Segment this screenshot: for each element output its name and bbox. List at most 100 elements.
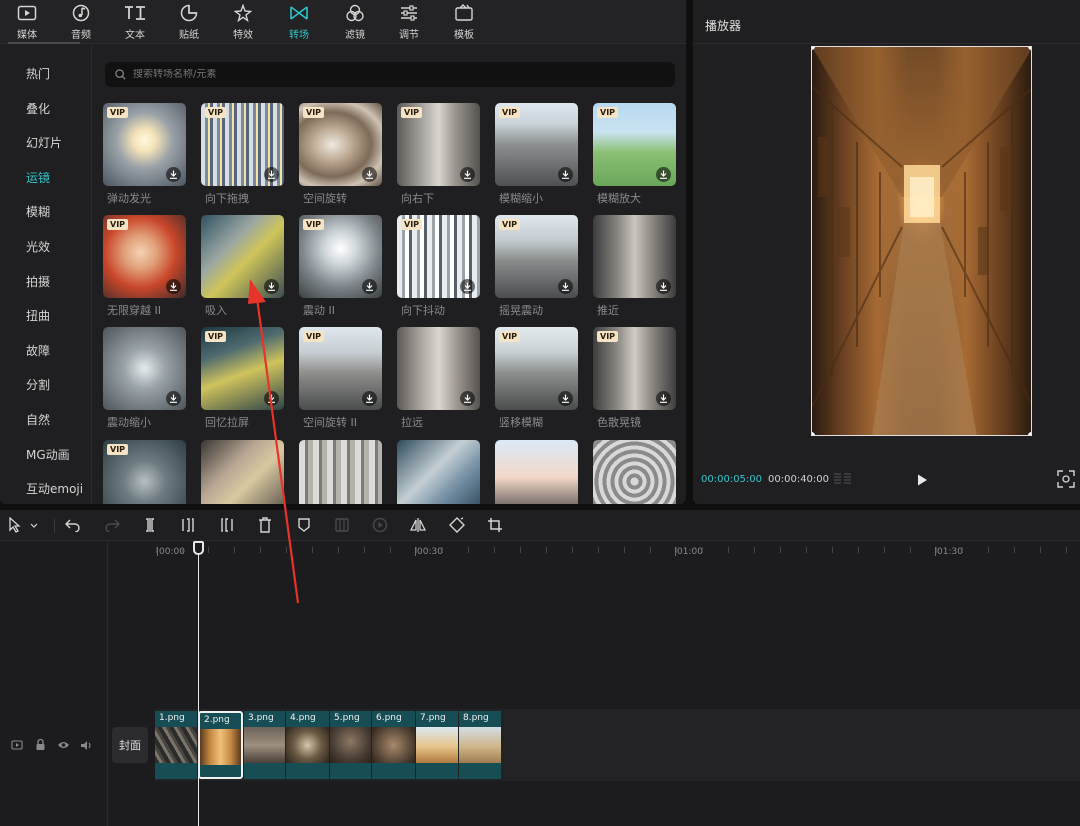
download-icon[interactable] bbox=[166, 391, 181, 406]
crop-button[interactable] bbox=[485, 516, 505, 534]
split-left-button[interactable] bbox=[178, 516, 198, 534]
tab-template[interactable]: 模板 bbox=[437, 0, 491, 44]
video-preview[interactable] bbox=[811, 46, 1032, 436]
tab-transition[interactable]: 转场 bbox=[272, 0, 326, 44]
transition-card[interactable]: VIP bbox=[495, 103, 578, 186]
tab-effects[interactable]: 特效 bbox=[216, 0, 270, 44]
undo-button[interactable] bbox=[63, 516, 83, 534]
timeline[interactable] bbox=[0, 541, 1080, 826]
download-icon[interactable] bbox=[460, 167, 475, 182]
category-item[interactable]: 扭曲 bbox=[26, 307, 50, 324]
transition-card[interactable]: VIP bbox=[299, 215, 382, 298]
category-item[interactable]: 运镜 bbox=[26, 169, 50, 186]
rotate-button[interactable] bbox=[447, 516, 467, 534]
play-button[interactable] bbox=[915, 472, 929, 486]
time-ruler[interactable]: |00:00 |00:30 |01:00 |01:30 bbox=[108, 541, 1080, 563]
transition-card[interactable] bbox=[397, 440, 480, 504]
timeline-clip[interactable]: 4.png bbox=[286, 711, 329, 779]
fullscreen-button[interactable] bbox=[1057, 470, 1075, 488]
select-tool[interactable] bbox=[6, 516, 40, 534]
download-icon[interactable] bbox=[362, 167, 377, 182]
transition-card[interactable]: VIP bbox=[397, 215, 480, 298]
category-item[interactable]: 故障 bbox=[26, 342, 50, 359]
transition-card[interactable] bbox=[201, 215, 284, 298]
cover-button[interactable]: 封面 bbox=[112, 727, 148, 763]
resize-handle[interactable] bbox=[1028, 47, 1031, 50]
category-item[interactable]: 热门 bbox=[26, 65, 50, 82]
tab-audio[interactable]: 音频 bbox=[54, 0, 108, 44]
download-icon[interactable] bbox=[264, 279, 279, 294]
transition-card[interactable]: VIP bbox=[103, 215, 186, 298]
download-icon[interactable] bbox=[460, 391, 475, 406]
download-icon[interactable] bbox=[656, 167, 671, 182]
playhead-line[interactable] bbox=[198, 541, 199, 826]
reverse-button[interactable] bbox=[370, 516, 390, 534]
transition-card[interactable]: VIP bbox=[299, 327, 382, 410]
transition-card[interactable] bbox=[593, 440, 676, 504]
transition-card[interactable]: VIP bbox=[201, 327, 284, 410]
transition-card[interactable] bbox=[299, 440, 382, 504]
redo-button[interactable] bbox=[102, 516, 122, 534]
download-icon[interactable] bbox=[362, 279, 377, 294]
transition-card[interactable]: VIP bbox=[593, 327, 676, 410]
transition-card[interactable] bbox=[593, 215, 676, 298]
transition-card[interactable]: VIP bbox=[103, 440, 186, 504]
category-item[interactable]: 叠化 bbox=[26, 100, 50, 117]
download-icon[interactable] bbox=[264, 167, 279, 182]
track-visibility-button[interactable] bbox=[10, 738, 24, 752]
transition-card[interactable] bbox=[103, 327, 186, 410]
category-item[interactable]: 光效 bbox=[26, 238, 50, 255]
transition-card[interactable]: VIP bbox=[495, 327, 578, 410]
transition-card[interactable]: VIP bbox=[495, 215, 578, 298]
timeline-clip[interactable]: 5.png bbox=[330, 711, 371, 779]
download-icon[interactable] bbox=[558, 167, 573, 182]
category-item[interactable]: 模糊 bbox=[26, 203, 50, 220]
download-icon[interactable] bbox=[264, 391, 279, 406]
tab-media[interactable]: 媒体 bbox=[0, 0, 54, 44]
tab-filter[interactable]: 滤镜 bbox=[328, 0, 382, 44]
track-hide-button[interactable] bbox=[56, 738, 70, 752]
track-mute-button[interactable] bbox=[79, 738, 93, 752]
transition-card[interactable] bbox=[201, 440, 284, 504]
download-icon[interactable] bbox=[166, 167, 181, 182]
transition-card[interactable] bbox=[397, 327, 480, 410]
tab-text[interactable]: 文本 bbox=[108, 0, 162, 44]
download-icon[interactable] bbox=[558, 279, 573, 294]
transition-card[interactable] bbox=[495, 440, 578, 504]
tab-adjust[interactable]: 调节 bbox=[382, 0, 436, 44]
category-item[interactable]: 拍摄 bbox=[26, 273, 50, 290]
playhead-handle[interactable] bbox=[193, 541, 204, 555]
timeline-clip[interactable]: 7.png bbox=[416, 711, 458, 779]
category-item[interactable]: 自然 bbox=[26, 411, 50, 428]
category-item[interactable]: 互动emoji bbox=[26, 480, 83, 497]
category-item[interactable]: 幻灯片 bbox=[26, 134, 62, 151]
resize-handle[interactable] bbox=[1028, 432, 1031, 435]
download-icon[interactable] bbox=[460, 279, 475, 294]
freeze-button[interactable] bbox=[332, 516, 352, 534]
resize-handle[interactable] bbox=[812, 432, 815, 435]
marker-button[interactable] bbox=[294, 516, 314, 534]
split-right-button[interactable] bbox=[217, 516, 237, 534]
download-icon[interactable] bbox=[558, 391, 573, 406]
delete-button[interactable] bbox=[255, 516, 275, 534]
timeline-clip[interactable]: 8.png bbox=[459, 711, 501, 779]
download-icon[interactable] bbox=[656, 279, 671, 294]
download-icon[interactable] bbox=[362, 391, 377, 406]
category-item[interactable]: MG动画 bbox=[26, 446, 70, 463]
transition-card[interactable]: VIP bbox=[397, 103, 480, 186]
timeline-clip[interactable]: 6.png bbox=[372, 711, 415, 779]
timeline-clip[interactable]: 2.png bbox=[198, 711, 243, 779]
category-item[interactable]: 分割 bbox=[26, 376, 50, 393]
transition-card[interactable]: VIP bbox=[201, 103, 284, 186]
timeline-clip[interactable]: 1.png bbox=[155, 711, 197, 779]
mirror-button[interactable] bbox=[408, 516, 428, 534]
split-button[interactable] bbox=[140, 516, 160, 534]
download-icon[interactable] bbox=[166, 279, 181, 294]
transition-card[interactable]: VIP bbox=[593, 103, 676, 186]
tab-sticker[interactable]: 贴纸 bbox=[162, 0, 216, 44]
download-icon[interactable] bbox=[656, 391, 671, 406]
waveform-icon[interactable] bbox=[833, 471, 853, 487]
track-lock-button[interactable] bbox=[33, 738, 47, 752]
transition-card[interactable]: VIP bbox=[103, 103, 186, 186]
timeline-clip[interactable]: 3.png bbox=[244, 711, 285, 779]
